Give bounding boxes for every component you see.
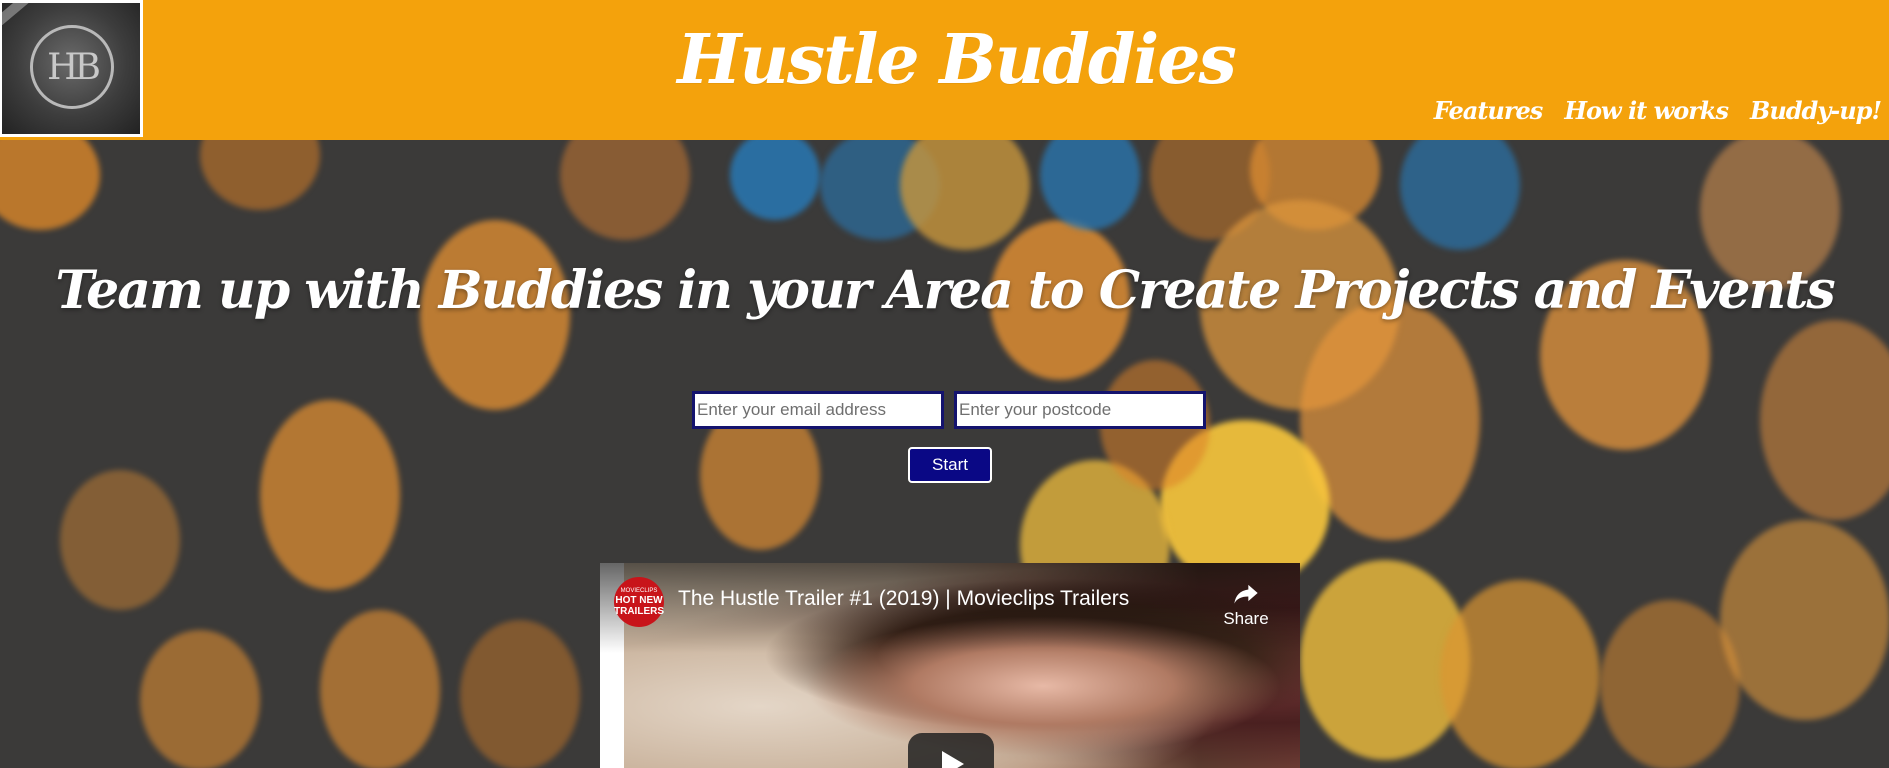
nav-link-features[interactable]: Features bbox=[1434, 96, 1544, 125]
play-icon[interactable] bbox=[908, 733, 994, 768]
bokeh-light bbox=[60, 470, 180, 610]
bokeh-light bbox=[1440, 580, 1600, 768]
bokeh-light bbox=[560, 140, 690, 240]
bokeh-light bbox=[200, 140, 320, 210]
share-button[interactable]: Share bbox=[1216, 579, 1276, 629]
video-title[interactable]: The Hustle Trailer #1 (2019) | Movieclip… bbox=[678, 587, 1129, 611]
bokeh-light bbox=[1720, 520, 1889, 720]
site-header: HB Hustle Buddies Features How it works … bbox=[0, 0, 1889, 140]
channel-badge-line1: HOT NEW bbox=[615, 594, 663, 606]
email-input[interactable] bbox=[692, 391, 944, 429]
page: HB Hustle Buddies Features How it works … bbox=[0, 0, 1889, 768]
channel-badge-brand: MOVIECLIPS bbox=[620, 587, 658, 594]
video-embed[interactable]: MOVIECLIPS HOT NEW TRAILERS The Hustle T… bbox=[600, 563, 1300, 768]
bokeh-light bbox=[460, 620, 580, 768]
bokeh-light bbox=[1040, 140, 1140, 230]
signup-form bbox=[692, 391, 1206, 429]
share-icon bbox=[1234, 584, 1258, 604]
bokeh-light bbox=[140, 630, 260, 768]
bokeh-light bbox=[320, 610, 440, 768]
bokeh-light bbox=[900, 140, 1030, 250]
main-nav: Features How it works Buddy-up! bbox=[1434, 96, 1882, 125]
hero-heading: Team up with Buddies in your Area to Cre… bbox=[55, 260, 1835, 321]
channel-avatar[interactable]: MOVIECLIPS HOT NEW TRAILERS bbox=[614, 577, 664, 627]
nav-link-buddy-up[interactable]: Buddy-up! bbox=[1750, 96, 1882, 125]
hero-section: Team up with Buddies in your Area to Cre… bbox=[0, 140, 1889, 768]
bokeh-light bbox=[260, 400, 400, 590]
site-title: Hustle Buddies bbox=[677, 20, 1237, 100]
nav-link-how-it-works[interactable]: How it works bbox=[1564, 96, 1729, 125]
bokeh-light bbox=[1600, 600, 1740, 768]
postcode-input[interactable] bbox=[954, 391, 1206, 429]
channel-badge-line2: TRAILERS bbox=[614, 605, 664, 617]
bokeh-light bbox=[730, 140, 820, 220]
bokeh-light bbox=[1760, 320, 1889, 520]
share-label: Share bbox=[1223, 609, 1269, 628]
start-button[interactable]: Start bbox=[908, 447, 992, 483]
bokeh-light bbox=[1400, 140, 1520, 250]
bokeh-light bbox=[0, 140, 100, 230]
